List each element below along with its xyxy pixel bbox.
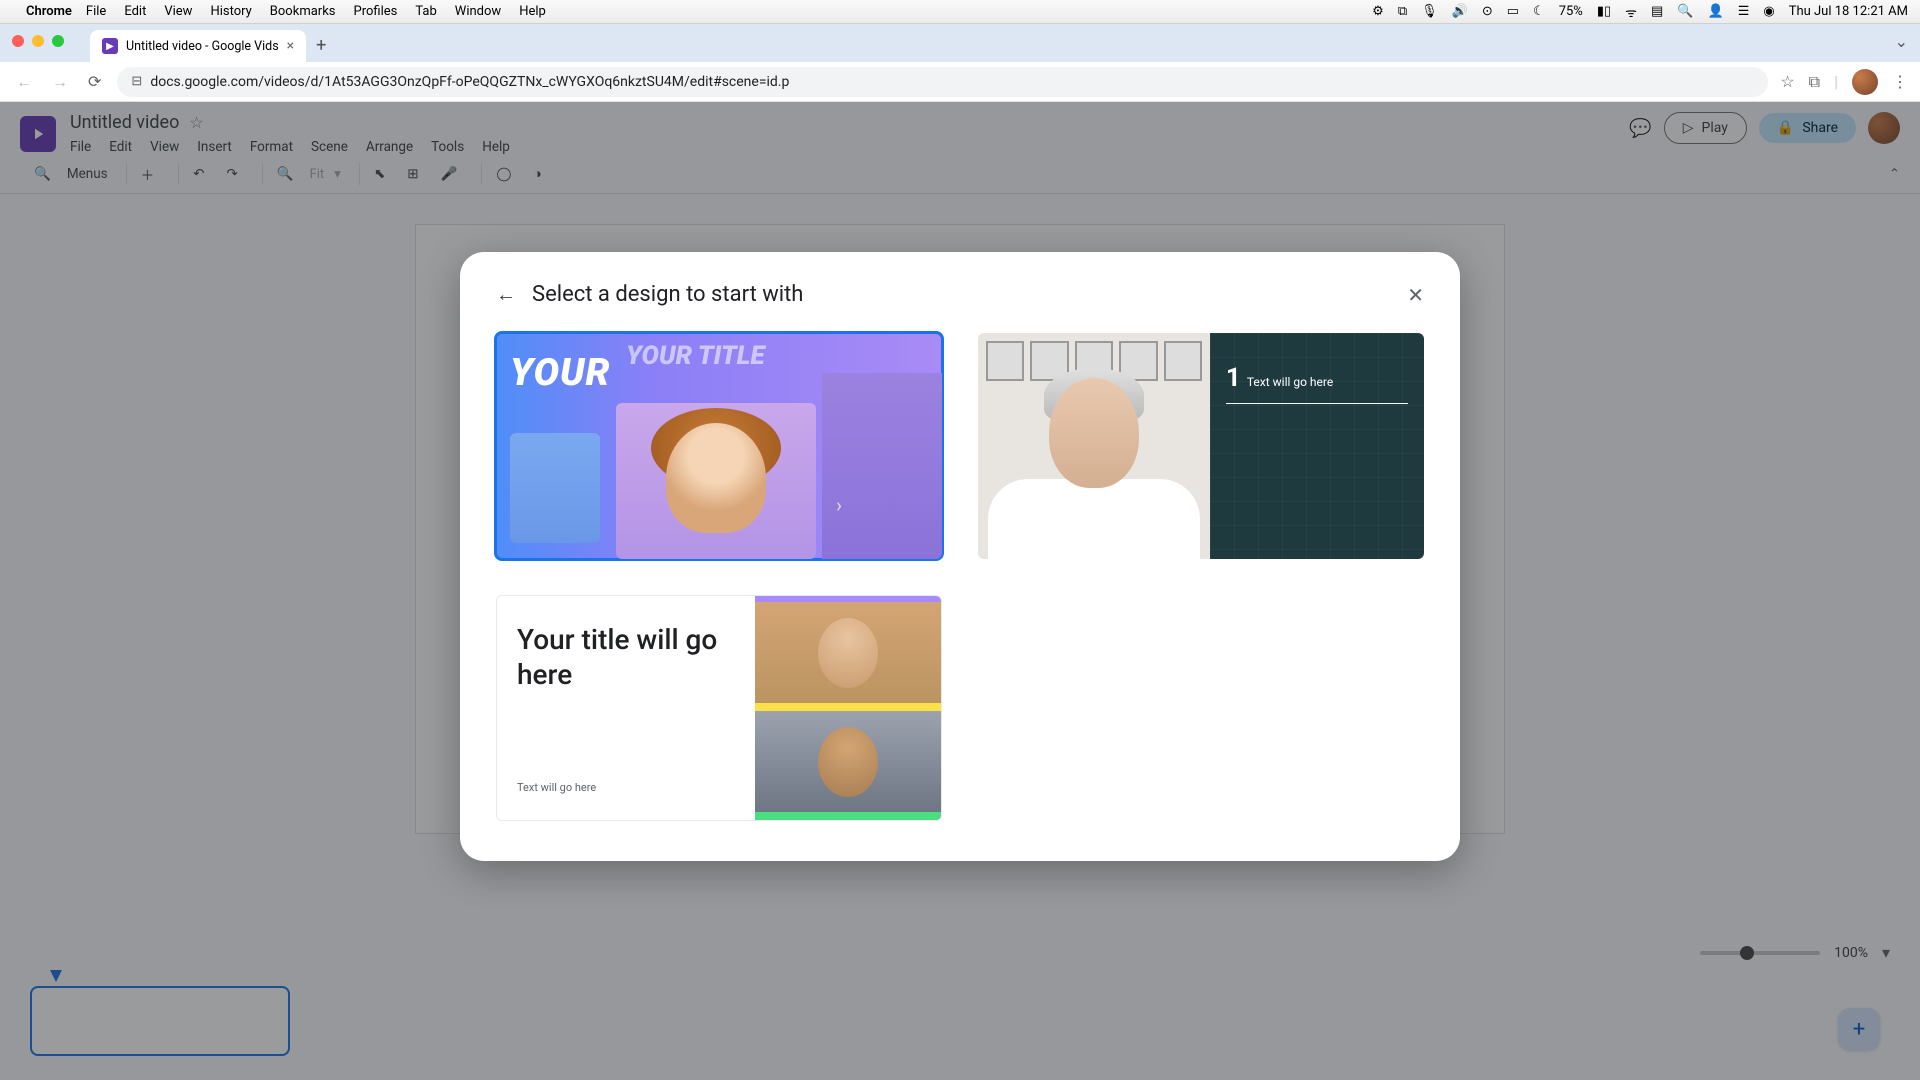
browser-back-button[interactable]: ← [12, 72, 36, 92]
template3-images [755, 596, 941, 820]
users-icon[interactable]: 👤 [1708, 4, 1724, 19]
template1-person-face [666, 423, 766, 533]
template2-panel: 1 Text will go here [1210, 333, 1424, 559]
menubar-file[interactable]: File [86, 4, 106, 19]
design-grid: YOUR TITLE YOUR › [496, 333, 1424, 821]
url-text: docs.google.com/videos/d/1At53AGG3OnzQpF… [150, 74, 789, 90]
menubar-edit[interactable]: Edit [124, 4, 146, 19]
design-template-1[interactable]: YOUR TITLE YOUR › [496, 333, 942, 559]
menubar-tab[interactable]: Tab [415, 4, 436, 19]
vids-app: Untitled video ☆ File Edit View Insert F… [0, 102, 1920, 1080]
modal-close-button[interactable]: ✕ [1407, 283, 1424, 307]
design-template-2[interactable]: 1 Text will go here [978, 333, 1424, 559]
modal-overlay[interactable]: ← Select a design to start with ✕ YOUR T… [0, 102, 1920, 1080]
chevron-right-icon: › [836, 493, 842, 517]
battery-icon[interactable]: ▮▯ [1597, 4, 1611, 19]
template3-subtitle: Text will go here [517, 781, 735, 794]
chrome-tab-strip: ▶ Untitled video - Google Vids × + ⌄ [0, 24, 1920, 62]
address-bar[interactable]: ⊟ docs.google.com/videos/d/1At53AGG3OnzQ… [117, 67, 1768, 97]
bookmark-star-icon[interactable]: ☆ [1780, 72, 1794, 91]
extensions-icon[interactable]: ⧉ [1809, 72, 1820, 92]
modal-title: Select a design to start with [532, 282, 803, 307]
display-icon[interactable]: ▭ [1507, 4, 1519, 19]
chrome-toolbar: ← → ⟳ ⊟ docs.google.com/videos/d/1At53AG… [0, 62, 1920, 102]
modal-back-button[interactable]: ← [496, 282, 516, 307]
menubar-window[interactable]: Window [455, 4, 501, 19]
template2-text: Text will go here [1247, 375, 1333, 389]
menubar-bookmarks[interactable]: Bookmarks [270, 4, 336, 19]
tab-close-button[interactable]: × [287, 38, 294, 54]
browser-tab[interactable]: ▶ Untitled video - Google Vids × [90, 30, 306, 62]
wifi-icon[interactable]: ᯤ [1625, 3, 1637, 21]
tab-title: Untitled video - Google Vids [126, 39, 279, 54]
design-picker-modal: ← Select a design to start with ✕ YOUR T… [460, 252, 1460, 861]
tabs-dropdown-button[interactable]: ⌄ [1895, 32, 1908, 51]
menubar-profiles[interactable]: Profiles [354, 4, 398, 19]
template2-photo [978, 333, 1210, 559]
chrome-menu-button[interactable]: ⋮ [1892, 72, 1908, 91]
browser-reload-button[interactable]: ⟳ [84, 72, 105, 91]
screenmirror-icon[interactable]: ⧉ [1398, 4, 1407, 19]
window-close-button[interactable] [12, 35, 24, 47]
menubar-help[interactable]: Help [519, 4, 546, 19]
template1-title: YOUR [510, 351, 611, 395]
menubar-view[interactable]: View [164, 4, 192, 19]
window-minimize-button[interactable] [32, 35, 44, 47]
chatgpt-icon[interactable]: ⚙︎ [1372, 4, 1384, 19]
control-center-icon[interactable]: ☰ [1738, 4, 1750, 19]
profile-avatar[interactable] [1852, 69, 1878, 95]
template1-photo-left [510, 433, 600, 543]
calendar-icon[interactable]: ▤ [1651, 4, 1663, 19]
template1-title-ghost: YOUR TITLE [626, 341, 765, 371]
site-info-icon[interactable]: ⊟ [131, 74, 142, 89]
battery-label: 75% [1559, 4, 1583, 19]
template3-title: Your title will go here [517, 622, 735, 692]
window-controls [12, 35, 64, 47]
menubar-app-name[interactable]: Chrome [26, 4, 72, 19]
dnd-icon[interactable]: ☾ [1533, 4, 1545, 19]
template2-number: 1 [1226, 363, 1241, 393]
window-zoom-button[interactable] [52, 35, 64, 47]
siri-icon[interactable]: ◉ [1763, 4, 1774, 19]
menubar-clock[interactable]: Thu Jul 18 12:21 AM [1789, 4, 1908, 19]
volume-icon[interactable]: 🔊 [1452, 4, 1468, 19]
menubar-history[interactable]: History [210, 4, 251, 19]
design-template-3[interactable]: Your title will go here Text will go her… [496, 595, 942, 821]
tab-favicon: ▶ [102, 38, 118, 54]
browser-forward-button: → [48, 72, 72, 92]
mac-menubar: Chrome File Edit View History Bookmarks … [0, 0, 1920, 24]
spotlight-icon[interactable]: 🔍 [1677, 4, 1693, 19]
mic-icon[interactable]: 🎙︎ [1421, 4, 1438, 19]
play-status-icon[interactable]: ⊙ [1482, 4, 1493, 19]
template1-photo-right [822, 373, 942, 559]
new-tab-button[interactable]: + [316, 35, 326, 62]
